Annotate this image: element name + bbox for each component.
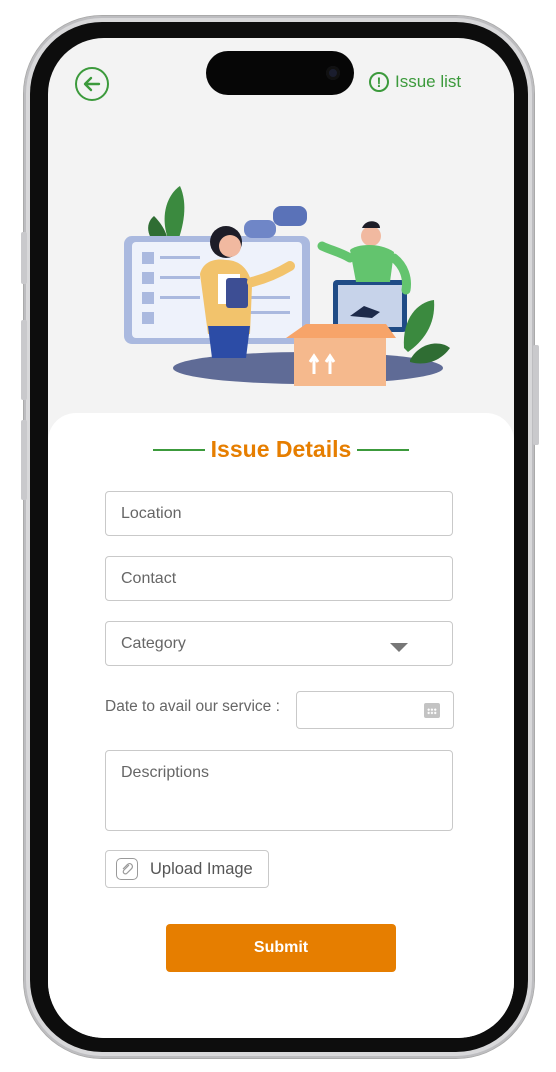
side-button <box>21 320 27 400</box>
upload-image-button[interactable]: Upload Image <box>105 850 269 888</box>
calendar-icon[interactable] <box>424 703 440 718</box>
form-title-row: Issue Details <box>48 436 514 463</box>
description-placeholder: Descriptions <box>121 764 210 781</box>
date-label: Date to avail our service : <box>105 698 280 715</box>
side-button <box>533 345 539 445</box>
title-divider <box>152 448 205 451</box>
dynamic-island <box>206 51 354 95</box>
location-placeholder: Location <box>121 504 182 522</box>
category-select[interactable]: Category <box>105 621 453 666</box>
contact-input[interactable]: Contact <box>105 556 453 601</box>
issue-list-link[interactable]: ! Issue list <box>369 72 461 92</box>
upload-label: Upload Image <box>150 859 253 878</box>
back-button[interactable] <box>75 67 109 101</box>
page-title: Issue Details <box>210 436 352 462</box>
support-illustration <box>124 186 450 386</box>
exclamation-circle-icon: ! <box>369 72 389 92</box>
side-button <box>21 232 27 284</box>
issue-list-label: Issue list <box>395 72 462 91</box>
contact-placeholder: Contact <box>121 569 177 587</box>
side-button <box>21 420 27 500</box>
date-input[interactable] <box>296 691 454 729</box>
location-input[interactable]: Location <box>105 491 453 536</box>
category-placeholder: Category <box>121 634 186 652</box>
attachment-icon <box>116 858 138 880</box>
title-divider <box>357 448 410 451</box>
submit-label: Submit <box>253 939 309 956</box>
description-textarea[interactable]: Descriptions <box>105 750 453 831</box>
chevron-down-icon <box>390 643 408 652</box>
app-screen: ! Issue list Issue Details Location Cont… <box>48 38 514 1038</box>
arrow-left-icon <box>83 76 101 92</box>
camera-icon <box>326 66 340 80</box>
submit-button[interactable]: Submit <box>166 924 396 972</box>
